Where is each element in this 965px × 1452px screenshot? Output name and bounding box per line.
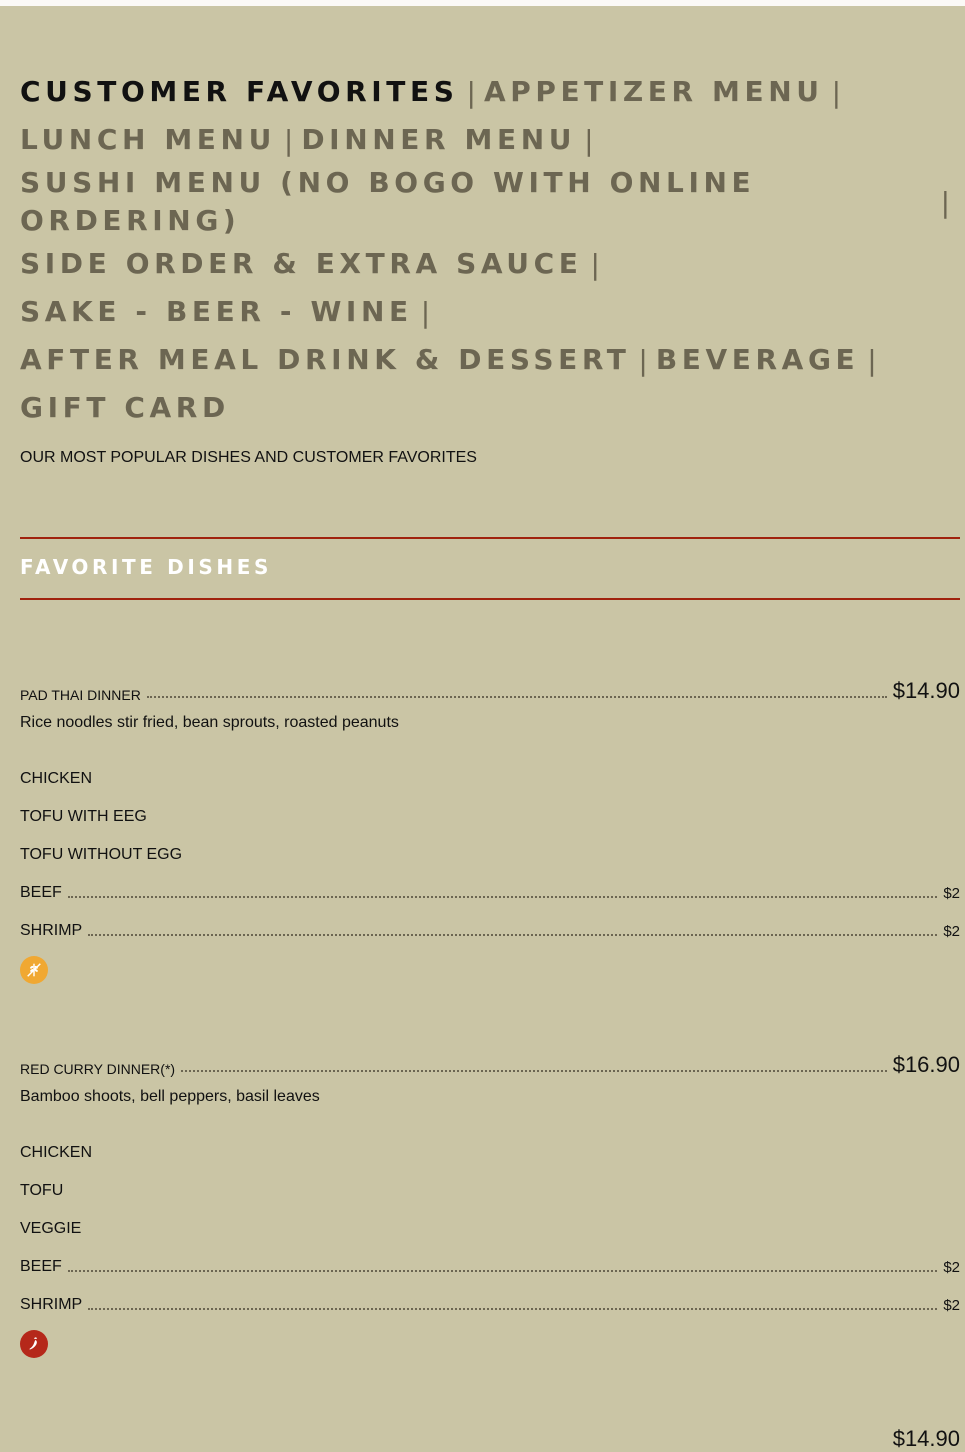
dish-item[interactable]: PAD THAI DINNER $14.90 Rice noodles stir…: [20, 666, 960, 984]
dish-price: $14.90: [892, 678, 960, 703]
nav-row: SAKE - BEER - WINE |: [20, 288, 950, 336]
option-row[interactable]: BEEF $2: [20, 1242, 960, 1280]
dish-price: $14.90: [892, 1426, 960, 1451]
spicy-pepper-icon: [20, 1330, 48, 1358]
option-row[interactable]: TOFU WITHOUT EGG: [20, 830, 960, 868]
nav-separator: |: [940, 185, 950, 219]
nav-sushi-menu[interactable]: SUSHI MENU (NO BOGO WITH ONLINE ORDERING…: [20, 164, 780, 240]
divider-bottom: [20, 598, 960, 600]
dish-description: Rice noodles stir fried, bean sprouts, r…: [20, 714, 399, 731]
dot-leader: [67, 1270, 938, 1272]
section-intro: OUR MOST POPULAR DISHES AND CUSTOMER FAV…: [20, 449, 477, 466]
nav-row: AFTER MEAL DRINK & DESSERT | BEVERAGE |: [20, 336, 950, 384]
nav-row: SIDE ORDER & EXTRA SAUCE |: [20, 240, 950, 288]
option-row[interactable]: SHRIMP $2: [20, 906, 960, 944]
dish-header: RED CURRY DINNER(*) $16.90: [20, 1040, 960, 1078]
dot-leader: [26, 1444, 887, 1446]
option-name: SHRIMP: [20, 922, 83, 939]
dish-options: CHICKEN TOFU WITH EEG TOFU WITHOUT EGG B…: [20, 754, 960, 944]
dish-name: PAD THAI DINNER: [20, 687, 141, 703]
option-name: CHICKEN: [20, 770, 93, 787]
option-name: BEEF: [20, 1258, 62, 1275]
nav-customer-favorites[interactable]: CUSTOMER FAVORITES: [20, 74, 459, 110]
dish-options: CHICKEN TOFU VEGGIE BEEF $2 SHRIMP $2: [20, 1128, 960, 1318]
option-name: TOFU WITHOUT EGG: [20, 846, 183, 863]
nav-dinner-menu[interactable]: DINNER MENU: [301, 122, 576, 158]
option-name: VEGGIE: [20, 1220, 82, 1237]
option-row[interactable]: CHICKEN: [20, 754, 960, 792]
option-row[interactable]: TOFU WITH EEG: [20, 792, 960, 830]
option-name: TOFU WITH EEG: [20, 808, 147, 825]
option-row[interactable]: VEGGIE: [20, 1204, 960, 1242]
dish-item[interactable]: RED CURRY DINNER(*) $16.90 Bamboo shoots…: [20, 1040, 960, 1358]
option-row[interactable]: BEEF $2: [20, 868, 960, 906]
nav-appetizer-menu[interactable]: APPETIZER MENU: [484, 74, 824, 110]
section-title: FAVORITE DISHES: [20, 555, 272, 579]
dish-header: $14.90: [20, 1414, 960, 1452]
nav-gift-card[interactable]: GIFT CARD: [20, 390, 230, 426]
option-name: BEEF: [20, 884, 62, 901]
option-price: $2: [943, 1297, 960, 1314]
nav-sake-beer-wine[interactable]: SAKE - BEER - WINE: [20, 294, 413, 330]
top-strip: [0, 0, 965, 6]
option-row[interactable]: CHICKEN: [20, 1128, 960, 1166]
dish-price: $16.90: [892, 1052, 960, 1077]
option-price: $2: [943, 1259, 960, 1276]
nav-beverage[interactable]: BEVERAGE: [656, 342, 859, 378]
nav-row: SUSHI MENU (NO BOGO WITH ONLINE ORDERING…: [20, 164, 950, 240]
nav-separator: |: [420, 295, 431, 329]
option-price: $2: [943, 923, 960, 940]
nav-separator: |: [466, 75, 476, 109]
option-row[interactable]: SHRIMP $2: [20, 1280, 960, 1318]
nav-lunch-menu[interactable]: LUNCH MENU: [20, 122, 276, 158]
dot-leader: [67, 896, 938, 898]
divider-top: [20, 537, 960, 539]
dot-leader: [181, 1070, 887, 1072]
nav-after-meal[interactable]: AFTER MEAL DRINK & DESSERT: [20, 342, 630, 378]
option-name: SHRIMP: [20, 1296, 83, 1313]
nav-separator: |: [638, 343, 648, 377]
nav-row: GIFT CARD: [20, 384, 950, 432]
dish-item[interactable]: $14.90: [20, 1414, 960, 1452]
nav-separator: |: [590, 247, 600, 281]
nav-row: LUNCH MENU | DINNER MENU |: [20, 116, 950, 164]
nav-row: CUSTOMER FAVORITES | APPETIZER MENU |: [20, 68, 950, 116]
dot-leader: [88, 1308, 938, 1310]
option-name: CHICKEN: [20, 1144, 93, 1161]
dot-leader: [88, 934, 938, 936]
option-row[interactable]: TOFU: [20, 1166, 960, 1204]
nav-separator: |: [831, 75, 842, 109]
dot-leader: [146, 696, 887, 698]
dish-header: PAD THAI DINNER $14.90: [20, 666, 960, 704]
option-price: $2: [943, 885, 960, 902]
gluten-free-icon: [20, 956, 48, 984]
menu-category-nav: CUSTOMER FAVORITES | APPETIZER MENU | LU…: [20, 68, 950, 432]
nav-separator: |: [283, 123, 294, 157]
nav-side-order[interactable]: SIDE ORDER & EXTRA SAUCE: [20, 246, 583, 282]
option-name: TOFU: [20, 1182, 64, 1199]
nav-separator: |: [584, 123, 594, 157]
nav-separator: |: [867, 343, 877, 377]
dish-name: RED CURRY DINNER(*): [20, 1061, 176, 1077]
dish-description: Bamboo shoots, bell peppers, basil leave…: [20, 1088, 320, 1105]
